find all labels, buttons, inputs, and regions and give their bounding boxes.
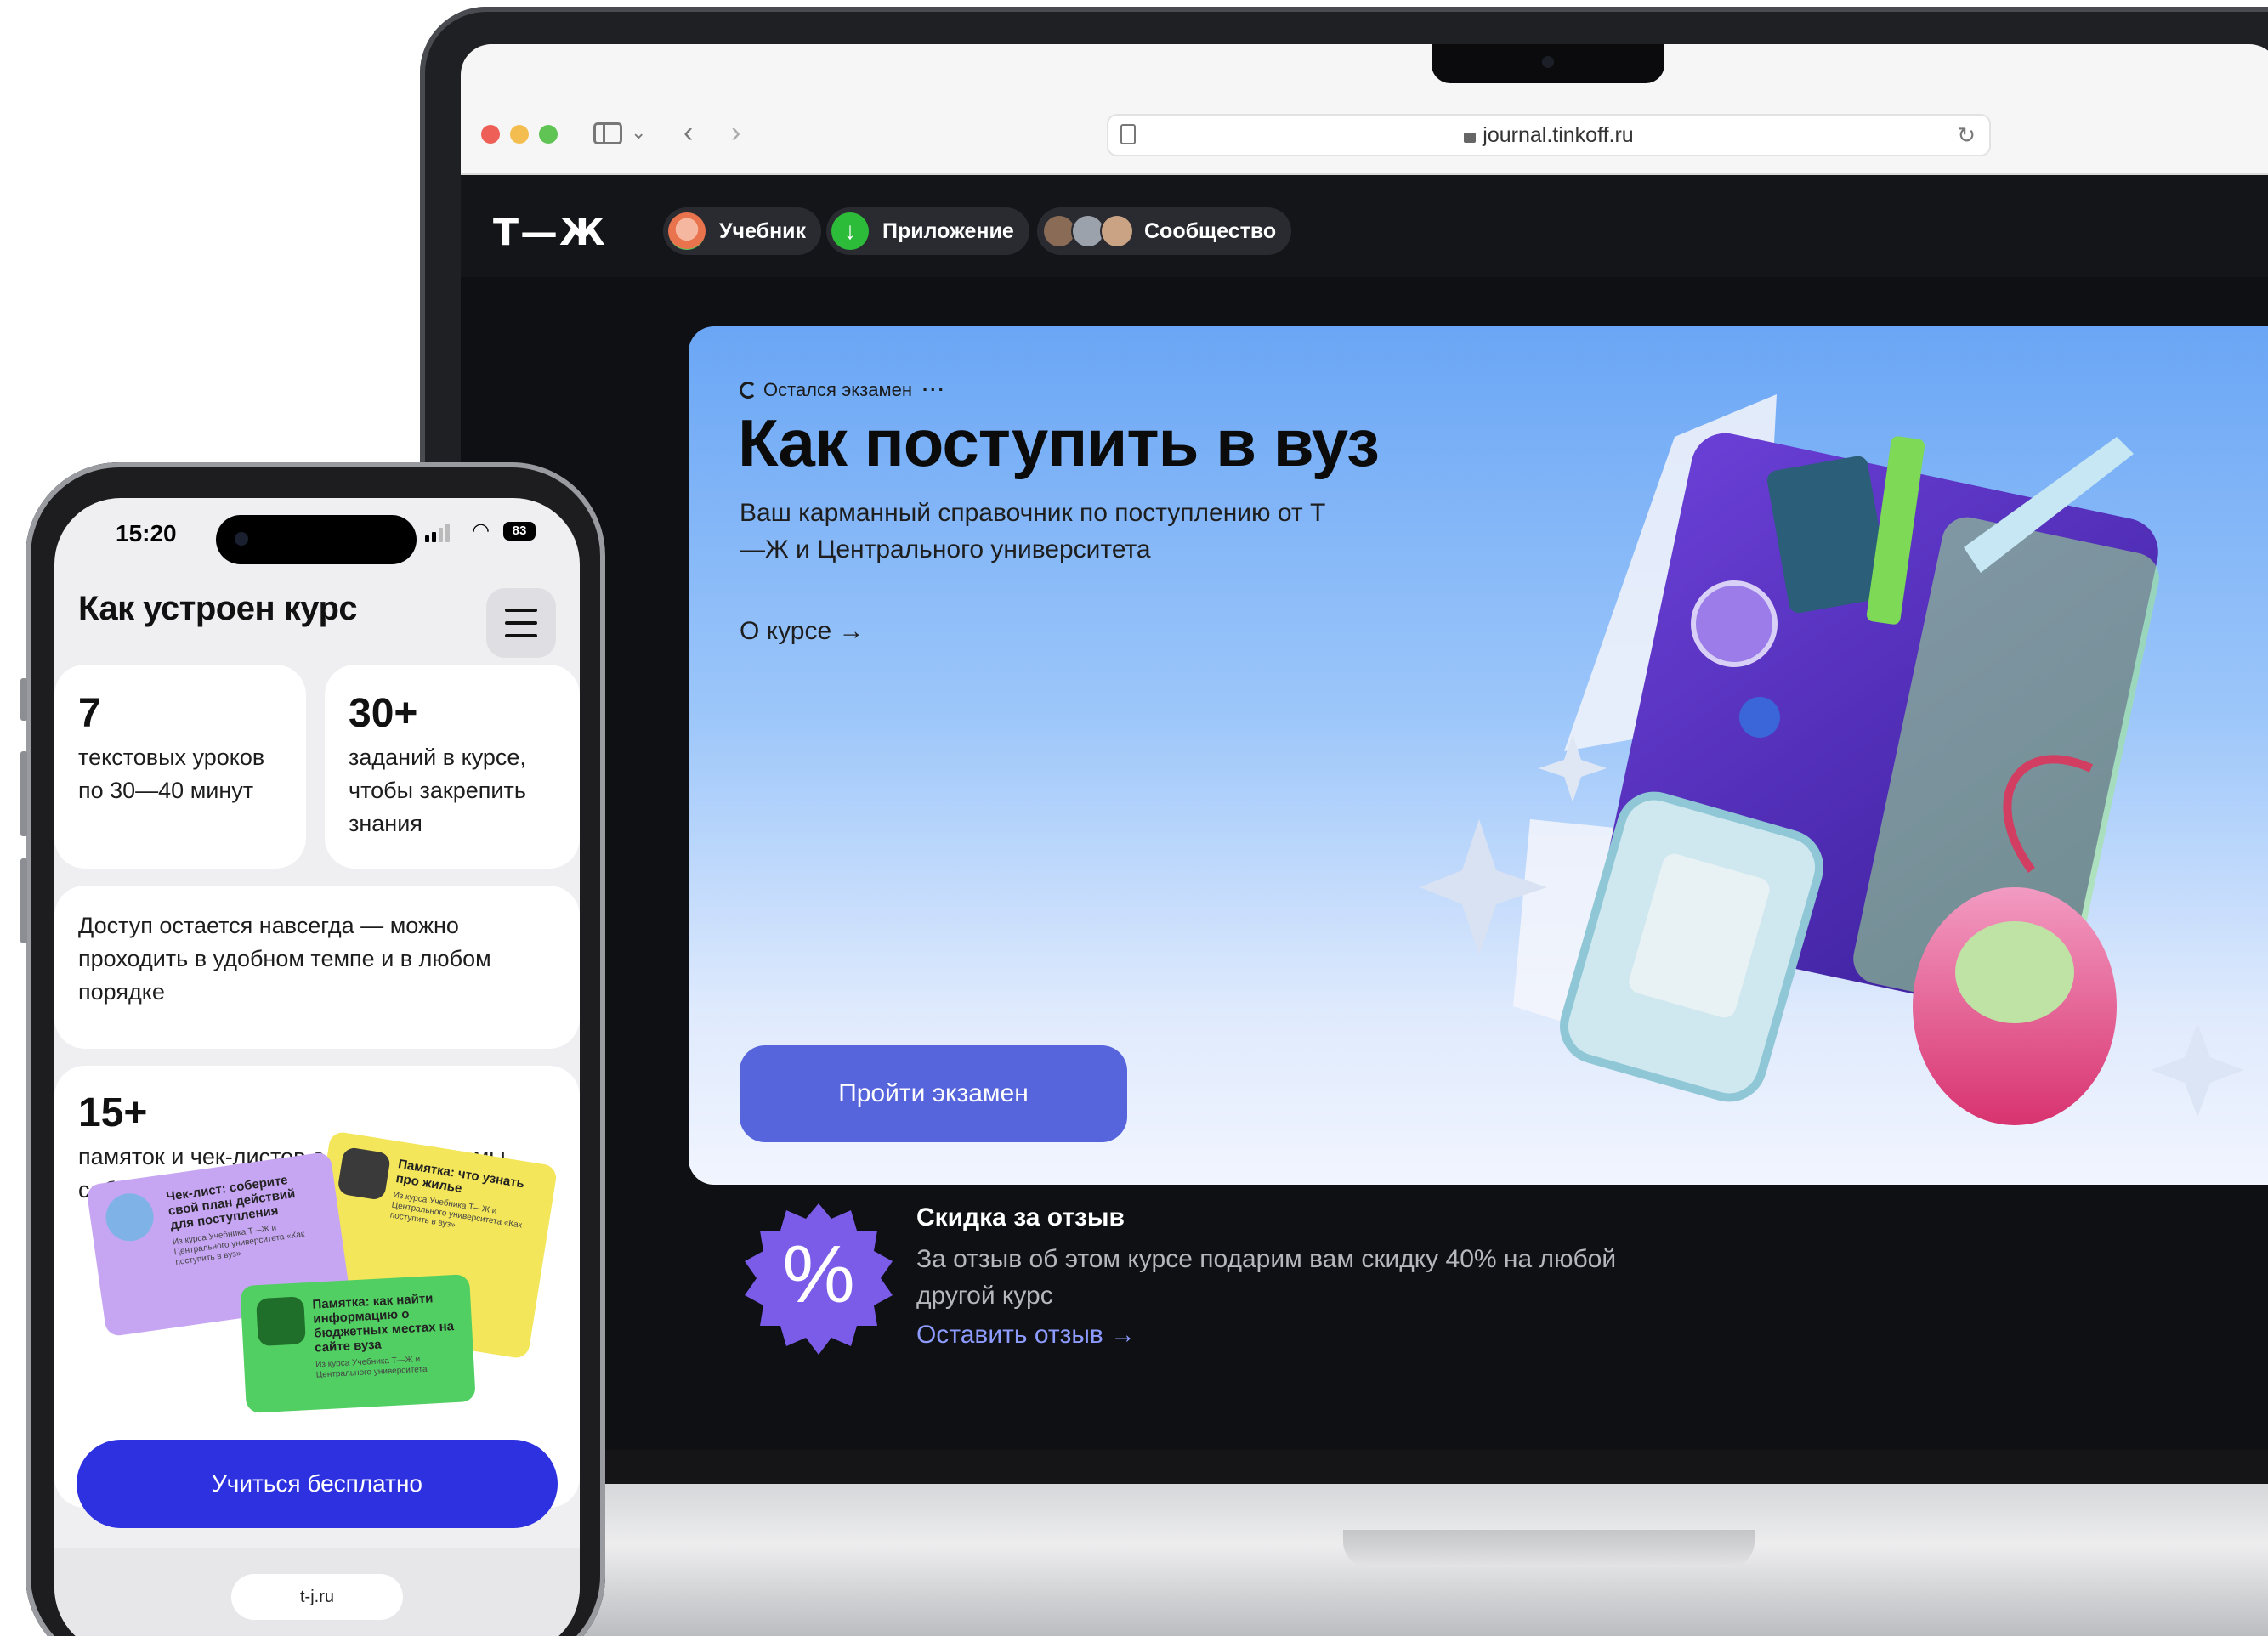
- nav-app[interactable]: ↓ Приложение: [826, 207, 1029, 255]
- back-arrow-icon[interactable]: ‹: [683, 112, 693, 153]
- address-url: journal.tinkoff.ru: [1483, 123, 1634, 147]
- promo-text: За отзыв об этом курсе подарим вам скидк…: [916, 1245, 1617, 1310]
- leave-review-link[interactable]: Оставить отзыв →: [916, 1321, 1136, 1350]
- forward-arrow-icon[interactable]: ›: [731, 112, 740, 153]
- minimize-window-button[interactable]: [510, 125, 529, 144]
- course-title: Как поступить в вуз: [738, 405, 1380, 480]
- course-structure-title: Как устроен курс: [78, 590, 358, 627]
- menu-button[interactable]: [486, 588, 556, 658]
- status-time: 15:20: [116, 520, 177, 546]
- stat-card-lessons: 7 текстовых уроков по 30—40 минут: [54, 665, 306, 869]
- signal-bar: [425, 535, 429, 542]
- course-subtitle: Ваш карманный справочник по поступлению …: [740, 499, 1326, 563]
- camera-notch: [1432, 44, 1664, 83]
- address-bar[interactable]: journal.tinkoff.ru ↻: [1107, 114, 1991, 156]
- discount-badge: %: [745, 1203, 893, 1355]
- camera-icon: [1542, 56, 1554, 68]
- community-avatar: [1100, 214, 1134, 248]
- nav-textbook-label: Учебник: [719, 219, 807, 243]
- stat-number: 30+: [349, 691, 418, 736]
- progress-ring-icon: [740, 382, 757, 399]
- lock-icon: [1464, 133, 1477, 143]
- calculator-icon: [337, 1146, 392, 1201]
- laptop-screen: ⌄ ‹ › journal.tinkoff.ru ↻ Т—Ж Учебник ↓…: [461, 44, 2268, 1455]
- sidebar-toggle-icon[interactable]: [593, 122, 622, 144]
- close-window-button[interactable]: [481, 125, 500, 144]
- reader-mode-icon[interactable]: [1120, 124, 1136, 144]
- memo-source: Из курса Учебника Т—Ж и Центрального уни…: [315, 1355, 428, 1380]
- course-status-label: Остался экзамен: [763, 379, 912, 400]
- memo-card-budget-places: Памятка: как найти информацию о бюджетны…: [240, 1274, 476, 1413]
- phone-screen: 15:20 ◠ 83 Как устроен курс 7 текстовых …: [54, 498, 580, 1636]
- site-logo[interactable]: Т—Ж: [493, 211, 607, 254]
- laptop-opening-lip: [1343, 1530, 1755, 1567]
- dynamic-island: [216, 515, 417, 564]
- memo-title: Памятка: как найти информацию о бюджетны…: [312, 1291, 455, 1356]
- more-options-icon[interactable]: ···: [922, 379, 946, 400]
- access-card: Доступ остается навсегда — можно проходи…: [54, 886, 580, 1049]
- mobile-address-bar[interactable]: t-j.ru: [231, 1574, 403, 1620]
- browser-toolbar: ⌄ ‹ › journal.tinkoff.ru ↻: [461, 44, 2268, 175]
- lightning-badge-icon: [102, 1190, 157, 1244]
- robot-face-icon: [256, 1296, 306, 1347]
- download-arrow-icon: ↓: [831, 212, 869, 250]
- chevron-down-icon[interactable]: ⌄: [631, 112, 646, 153]
- signal-bar: [432, 532, 436, 542]
- stat-number: 7: [78, 691, 101, 736]
- signal-bar: [445, 524, 450, 542]
- wifi-icon: ◠: [472, 519, 490, 542]
- course-hero-card: Остался экзамен ··· Как поступить в вуз В…: [689, 326, 2268, 1185]
- percent-symbol: %: [782, 1229, 854, 1320]
- course-status: Остался экзамен ···: [740, 379, 946, 401]
- stat-description: текстовых уроков по 30—40 минут: [78, 744, 265, 803]
- phone-side-button: [20, 678, 27, 721]
- study-free-button[interactable]: Учиться бесплатно: [77, 1440, 558, 1528]
- signal-bar: [439, 528, 443, 542]
- front-camera-icon: [235, 532, 248, 546]
- about-course-link[interactable]: О курсе →: [740, 617, 865, 646]
- stat-description: заданий в курсе, чтобы закрепить знания: [349, 744, 526, 836]
- take-exam-button[interactable]: Пройти экзамен: [740, 1045, 1127, 1142]
- promo-title: Скидка за отзыв: [916, 1203, 1125, 1231]
- phone-side-button: [20, 751, 27, 836]
- nav-community[interactable]: Сообщество: [1037, 207, 1292, 255]
- zoom-window-button[interactable]: [539, 125, 558, 144]
- status-icons: ◠ 83: [425, 519, 536, 542]
- stat-number: 15+: [78, 1090, 148, 1135]
- phone-side-button: [20, 858, 27, 943]
- battery-icon: 83: [503, 522, 536, 541]
- reload-icon[interactable]: ↻: [1957, 116, 1976, 155]
- nav-app-label: Приложение: [882, 219, 1014, 243]
- nav-textbook[interactable]: Учебник: [663, 207, 822, 255]
- nav-community-label: Сообщество: [1144, 219, 1277, 243]
- stat-card-tasks: 30+ заданий в курсе, чтобы закрепить зна…: [325, 665, 580, 869]
- access-description: Доступ остается навсегда — можно проходи…: [78, 913, 491, 1005]
- school-folder-illustration: [1420, 394, 2244, 1125]
- textbook-avatar-icon: [668, 212, 706, 250]
- site-header: Т—Ж Учебник ↓ Приложение Сообщество: [461, 175, 2268, 277]
